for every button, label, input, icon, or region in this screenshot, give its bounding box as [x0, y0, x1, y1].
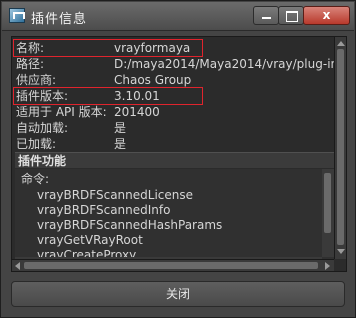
main-hscroll-thumb[interactable] — [24, 262, 318, 269]
features-vscroll-thumb[interactable] — [324, 173, 331, 233]
auto-load-label: 自动加载: — [16, 121, 69, 135]
vendor-label: 供应商: — [16, 73, 57, 87]
close-button[interactable]: 关闭 — [11, 281, 345, 307]
maximize-button[interactable] — [278, 6, 304, 25]
scroll-up-icon[interactable] — [337, 41, 345, 46]
scroll-down-icon[interactable] — [337, 249, 345, 254]
main-vertical-scrollbar[interactable] — [334, 37, 346, 259]
plugin-info-dialog: 插件信息 x 名称: vrayformaya 路径: D:/maya2014/M… — [0, 0, 356, 318]
scroll-right-icon[interactable] — [325, 262, 330, 270]
path-label: 路径: — [16, 57, 45, 71]
close-icon: x — [322, 8, 331, 22]
command-item: vrayGetVRayRoot — [37, 233, 143, 247]
version-highlight-box — [13, 87, 203, 105]
commands-label: 命令: — [21, 172, 50, 186]
features-vertical-scrollbar[interactable] — [322, 169, 334, 257]
api-version-label: 适用于 API 版本: — [16, 105, 107, 119]
scroll-left-icon[interactable] — [15, 262, 20, 270]
maximize-icon — [286, 11, 298, 22]
command-item: vrayBRDFScannedInfo — [37, 203, 171, 217]
info-scroll-area[interactable]: 名称: vrayformaya 路径: D:/maya2014/Maya2014… — [11, 36, 347, 272]
main-vscroll-thumb[interactable] — [337, 49, 344, 245]
loaded-value: 是 — [114, 137, 127, 151]
close-window-button[interactable]: x — [303, 6, 350, 25]
path-value: D:/maya2014/Maya2014/vray/plug-ins/v — [114, 57, 347, 71]
main-horizontal-scrollbar[interactable] — [12, 259, 334, 271]
plugin-features-header[interactable]: 插件功能 — [15, 152, 334, 168]
loaded-label: 已加载: — [16, 137, 57, 151]
features-panel[interactable]: 命令: vrayBRDFScannedLicense vrayBRDFScann… — [15, 169, 334, 269]
minimize-button[interactable] — [253, 6, 279, 25]
minimize-icon — [262, 17, 271, 19]
command-item: vrayBRDFScannedHashParams — [37, 218, 223, 232]
name-highlight-box — [13, 39, 203, 57]
maya-app-icon — [9, 8, 25, 23]
window-title: 插件信息 — [31, 12, 88, 27]
vendor-value: Chaos Group — [114, 73, 192, 87]
title-bar[interactable]: 插件信息 x — [2, 2, 354, 31]
command-item: vrayBRDFScannedLicense — [37, 188, 194, 202]
auto-load-value: 是 — [114, 121, 127, 135]
api-version-value: 201400 — [114, 105, 160, 119]
